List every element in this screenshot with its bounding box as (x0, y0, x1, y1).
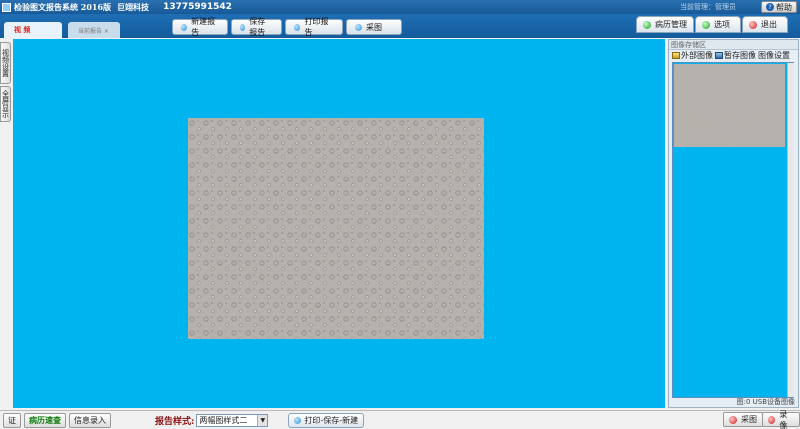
record-label: 录像 (779, 409, 788, 429)
temp-save-label: 暂存图像 (724, 51, 756, 60)
report-style-select[interactable]: 两幅图样式二 ▼ (196, 413, 269, 427)
history-label: 病历管理 (655, 20, 687, 29)
fullscreen-tab[interactable]: 全屏显示 (0, 86, 11, 122)
tab-strip: 视 频 当前报告 × (0, 22, 120, 38)
save-report-label: 保存报告 (249, 17, 266, 37)
microscope-image (188, 118, 484, 339)
bottom-bar: 证 病历速查 信息录入 报告样式: 两幅图样式二 ▼ 打印-保存-新建 (0, 410, 800, 429)
temp-save-button[interactable]: 暂存图像 (715, 50, 756, 61)
help-icon: ? (766, 3, 774, 11)
save-report-button[interactable]: 保存报告 (231, 17, 282, 37)
phone-number: 13775991542 (163, 2, 232, 12)
app-window: 检验图文报告系统 2016版 巨翊科技 13775991542 当前管理：管理员… (0, 0, 800, 429)
image-panel-buttons: 外部图像 暂存图像 图像设置 (669, 50, 798, 61)
report-style-value: 两幅图样式二 (199, 415, 248, 425)
bottom-capture-button[interactable]: 采图 (723, 412, 763, 427)
quick-query-button[interactable]: 病历速查 (24, 412, 66, 428)
print-save-new-button[interactable]: 打印-保存-新建 (288, 412, 365, 428)
report-style-label: 报告样式: (155, 416, 195, 427)
company-name: 巨翊科技 (117, 1, 150, 12)
capture-record-icon (729, 415, 737, 424)
new-report-label: 新建报告 (191, 17, 216, 37)
gallery-scrollbar[interactable] (787, 63, 794, 397)
capture-button[interactable]: 采图 (346, 19, 402, 35)
print-report-button[interactable]: 打印报告 (285, 17, 343, 37)
info-entry-button[interactable]: 信息录入 (69, 412, 111, 428)
side-tab-group: 视频设置 全屏显示 (0, 40, 12, 122)
image-storage-header: 图像存储区 (669, 40, 798, 50)
image-count-status: 图:0 USB设备图像 (736, 398, 795, 406)
new-report-button[interactable]: 新建报告 (172, 17, 228, 37)
exit-icon (749, 20, 757, 29)
exit-label: 退出 (761, 20, 777, 29)
cert-button[interactable]: 证 (3, 412, 21, 428)
capture-label: 采图 (366, 22, 382, 32)
image-settings-button[interactable]: 图像设置 (758, 50, 790, 61)
toolbar-buttons: 新建报告 保存报告 打印报告 采图 (172, 17, 402, 37)
operator-label: 当前管理：管理员 (680, 3, 736, 11)
help-button[interactable]: ? 帮助 (761, 1, 797, 13)
capture-icon (355, 23, 362, 31)
options-label: 选项 (714, 20, 730, 29)
new-report-icon (181, 23, 188, 31)
save-report-icon (240, 23, 246, 31)
record-icon (768, 415, 776, 424)
options-icon (702, 20, 710, 29)
image-thumbnail[interactable] (674, 64, 785, 147)
history-icon (643, 20, 651, 29)
title-bar: 检验图文报告系统 2016版 巨翊科技 13775991542 当前管理：管理员… (0, 0, 800, 14)
print-report-label: 打印报告 (304, 17, 329, 37)
app-title: 检验图文报告系统 2016版 (14, 1, 112, 12)
print-save-new-icon (294, 416, 302, 424)
video-workspace[interactable] (13, 39, 665, 408)
external-image-label: 外部图像 (681, 51, 713, 60)
bottom-capture-label: 采图 (741, 415, 757, 424)
video-settings-tab[interactable]: 视频设置 (0, 42, 11, 84)
tab-video[interactable]: 视 频 (4, 22, 62, 38)
print-save-new-label: 打印-保存-新建 (304, 415, 359, 425)
chevron-down-icon[interactable]: ▼ (257, 414, 268, 426)
image-gallery[interactable] (672, 62, 794, 398)
disk-icon (715, 52, 723, 59)
app-icon (2, 2, 11, 12)
right-tab-group: 病历管理 选项 退出 (636, 16, 788, 33)
tab-current-report[interactable]: 当前报告 × (68, 22, 120, 38)
external-image-button[interactable]: 外部图像 (672, 50, 713, 61)
history-management-button[interactable]: 病历管理 (636, 16, 694, 33)
options-button[interactable]: 选项 (695, 16, 741, 33)
help-label: 帮助 (776, 2, 792, 12)
record-button[interactable]: 录像 (762, 409, 800, 429)
print-report-icon (294, 23, 301, 31)
folder-icon (672, 52, 680, 59)
image-storage-panel: 图像存储区 外部图像 暂存图像 图像设置 图:0 USB设备图像 (668, 39, 799, 408)
exit-button[interactable]: 退出 (742, 16, 788, 33)
